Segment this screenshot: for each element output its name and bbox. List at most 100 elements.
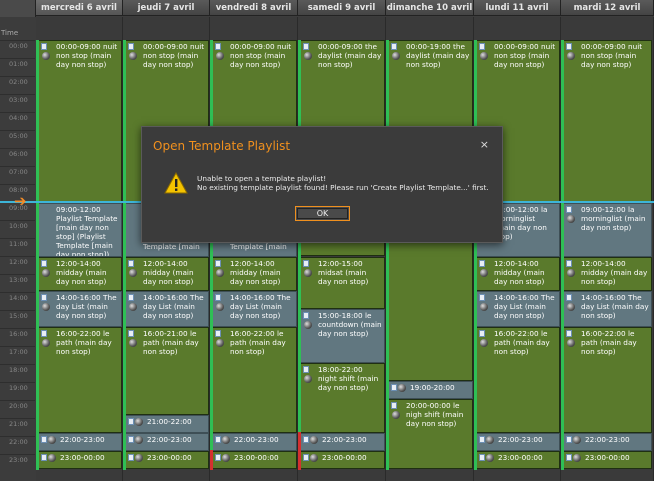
disc-icon [304,375,312,383]
schedule-event[interactable]: 12:00-14:00 midday (main day non stop) [562,257,652,291]
playlist-icon [566,260,572,267]
disc-icon [222,436,230,444]
schedule-event[interactable]: 23:00-00:00 [37,451,122,469]
schedule-event[interactable]: 12:00-14:00 midday (main day non stop) [475,257,560,291]
hour-label: 06:00 [0,148,35,166]
schedule-event[interactable]: 14:00-16:00 The day List (main day non s… [562,291,652,327]
schedule-event[interactable]: 16:00-22:00 le path (main day non stop) [562,327,652,433]
disc-icon [222,454,230,462]
schedule-event[interactable]: 14:00-16:00 The day List (main day non s… [211,291,297,327]
disc-icon [392,52,400,60]
day-header[interactable]: mercredi 6 avril [36,0,123,16]
schedule-event[interactable]: 22:00-23:00 [124,433,209,451]
disc-icon [310,436,318,444]
playlist-icon [303,366,309,373]
hour-label: 15:00 [0,310,35,328]
schedule-event[interactable]: 00:00-09:00 nuit non stop (main day non … [37,40,122,202]
day-header[interactable]: mardi 12 avril [561,0,654,16]
playlist-icon [303,454,309,461]
schedule-event[interactable]: 23:00-00:00 [124,451,209,469]
schedule-event[interactable]: 09:00-12:00 Playlist Template [main day … [37,203,122,257]
disc-icon [573,454,581,462]
disc-icon [567,215,575,223]
schedule-event[interactable]: 21:00-22:00 [124,415,209,433]
playlist-icon [303,436,309,443]
dialog-message: Unable to open a template playlist! No e… [197,174,489,192]
dialog-message-line: Unable to open a template playlist! [197,174,327,183]
schedule-event[interactable]: 22:00-23:00 [475,433,560,451]
time-column-title: Time [1,29,19,37]
schedule-event[interactable]: 12:00-14:00 midday (main day non stop) [124,257,209,291]
hour-label: 05:00 [0,130,35,148]
disc-icon [216,52,224,60]
schedule-event[interactable]: 09:00-12:00 la morninglist (main day non… [562,203,652,257]
playlist-icon [128,260,134,267]
disc-icon [567,303,575,311]
ok-button[interactable]: OK [295,206,350,221]
schedule-event[interactable]: 23:00-00:00 [562,451,652,469]
disc-icon [480,303,488,311]
schedule-event[interactable]: 12:00-14:00 midday (main day non stop) [211,257,297,291]
hour-label: 17:00 [0,346,35,364]
schedule-event[interactable]: 22:00-23:00 [562,433,652,451]
playlist-icon [215,43,221,50]
day-header[interactable]: dimanche 10 avril [386,0,474,16]
playlist-icon [41,260,47,267]
playlist-icon [41,43,47,50]
schedule-event[interactable]: 12:00-14:00 midday (main day non stop) [37,257,122,291]
schedule-event[interactable]: 19:00-20:00 [387,381,473,399]
schedule-event[interactable]: 12:00-15:00 midsat (main day non stop) [299,257,385,309]
schedule-event[interactable]: 22:00-23:00 [211,433,297,451]
schedule-event[interactable]: 00:00-09:00 nuit non stop (main day non … [562,40,652,202]
day-header[interactable]: jeudi 7 avril [123,0,210,16]
disc-icon [42,303,50,311]
schedule-event[interactable]: 23:00-00:00 [299,451,385,469]
playlist-icon [215,436,221,443]
disc-icon [486,436,494,444]
hour-label: 21:00 [0,418,35,436]
playlist-icon [391,402,397,409]
playlist-icon [303,312,309,319]
schedule-event[interactable]: 15:00-18:00 le countdown (main day non s… [299,309,385,363]
schedule-event[interactable]: 16:00-22:00 le path (main day non stop) [37,327,122,433]
disc-icon [567,269,575,277]
open-template-playlist-dialog: Open Template Playlist × Unable to open … [141,126,503,243]
dialog-message-line: No existing template playlist found! Ple… [197,183,489,192]
playlist-icon [128,454,134,461]
hour-label: 19:00 [0,382,35,400]
schedule-event[interactable]: 23:00-00:00 [475,451,560,469]
disc-icon [573,436,581,444]
arrow-right-icon: ➔ [14,192,27,210]
playlist-icon [479,260,485,267]
schedule-event[interactable]: 14:00-16:00 The day List (main day non s… [37,291,122,327]
schedule-event[interactable]: 22:00-23:00 [299,433,385,451]
disc-icon [567,52,575,60]
schedule-event[interactable]: 23:00-00:00 [211,451,297,469]
playlist-icon [566,43,572,50]
close-icon[interactable]: × [480,138,489,151]
schedule-event[interactable]: 16:00-22:00 le path (main day non stop) [475,327,560,433]
playlist-icon [479,330,485,337]
day-accent-bar [123,40,126,470]
hour-label: 16:00 [0,328,35,346]
day-header[interactable]: lundi 11 avril [474,0,561,16]
schedule-event[interactable]: 14:00-16:00 The day List (main day non s… [475,291,560,327]
warning-icon [164,172,188,194]
hour-label: 03:00 [0,94,35,112]
schedule-event[interactable]: 20:00-00:00 le nigh shift (main day non … [387,399,473,469]
hour-label: 13:00 [0,274,35,292]
disc-icon [567,339,575,347]
playlist-icon [215,454,221,461]
dialog-title: Open Template Playlist [153,139,291,153]
day-header[interactable]: samedi 9 avril [298,0,386,16]
disc-icon [480,52,488,60]
schedule-event[interactable]: 16:00-22:00 le path (main day non stop) [211,327,297,433]
disc-icon [42,339,50,347]
schedule-event[interactable]: 16:00-21:00 le path (main day non stop) [124,327,209,415]
disc-icon [392,411,400,419]
disc-icon [398,384,406,392]
schedule-event[interactable]: 18:00-22:00 night shift (main day non st… [299,363,385,433]
schedule-event[interactable]: 22:00-23:00 [37,433,122,451]
schedule-event[interactable]: 14:00-16:00 The day List (main day non s… [124,291,209,327]
day-header[interactable]: vendredi 8 avril [210,0,298,16]
